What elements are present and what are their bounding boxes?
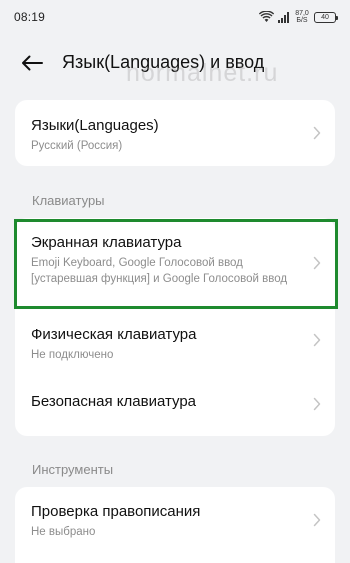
- row-subtitle: Emoji Keyboard, Google Голосовой ввод [у…: [31, 257, 288, 285]
- languages-card: Языки(Languages) Русский (Россия): [15, 100, 335, 166]
- chevron-right-icon: [313, 256, 321, 270]
- app-header: Язык(Languages) и ввод normalnet.ru: [0, 34, 350, 92]
- row-title: Проверка правописания: [31, 503, 201, 520]
- watermark: normalnet.ru: [126, 59, 279, 87]
- back-button[interactable]: [18, 50, 46, 76]
- row-title: Языки(Languages): [31, 117, 159, 134]
- keyboards-card: Экранная клавиатура Emoji Keyboard, Goog…: [15, 218, 335, 436]
- status-bar: 08:19 87,0 Б/S 40: [0, 0, 350, 34]
- section-label-tools: Инструменты: [32, 462, 114, 477]
- network-speed: 87,0 Б/S: [294, 10, 310, 24]
- battery-level: 40: [321, 13, 329, 21]
- keyboard-item-onscreen[interactable]: Экранная клавиатура Emoji Keyboard, Goog…: [15, 218, 335, 308]
- network-speed-value: 87,0: [295, 10, 309, 17]
- chevron-right-icon: [313, 126, 321, 140]
- chevron-right-icon: [313, 333, 321, 347]
- arrow-left-icon: [22, 55, 43, 71]
- chevron-right-icon: [313, 397, 321, 411]
- section-label-keyboards: Клавиатуры: [32, 193, 105, 208]
- chevron-right-icon: [313, 513, 321, 527]
- status-icons: 87,0 Б/S 40: [259, 9, 338, 25]
- signal-icon: [278, 11, 290, 23]
- keyboard-item-secure[interactable]: Безопасная клавиатура: [15, 372, 335, 436]
- status-time: 08:19: [14, 10, 46, 24]
- network-speed-unit: Б/S: [296, 17, 308, 24]
- keyboard-item-physical[interactable]: Физическая клавиатура Не подключено: [15, 308, 335, 372]
- tools-card: Проверка правописания Не выбрано: [15, 487, 335, 563]
- battery-icon: 40: [314, 11, 338, 23]
- tools-item-spellcheck[interactable]: Проверка правописания Не выбрано: [15, 487, 335, 553]
- row-title: Физическая клавиатура: [31, 326, 197, 343]
- wifi-icon: [259, 11, 274, 23]
- row-subtitle: Не подключено: [31, 349, 114, 361]
- languages-item[interactable]: Языки(Languages) Русский (Россия): [15, 100, 335, 166]
- row-title: Безопасная клавиатура: [31, 393, 197, 410]
- row-title: Экранная клавиатура: [31, 234, 182, 251]
- row-subtitle: Не выбрано: [31, 526, 96, 538]
- row-subtitle: Русский (Россия): [31, 140, 123, 152]
